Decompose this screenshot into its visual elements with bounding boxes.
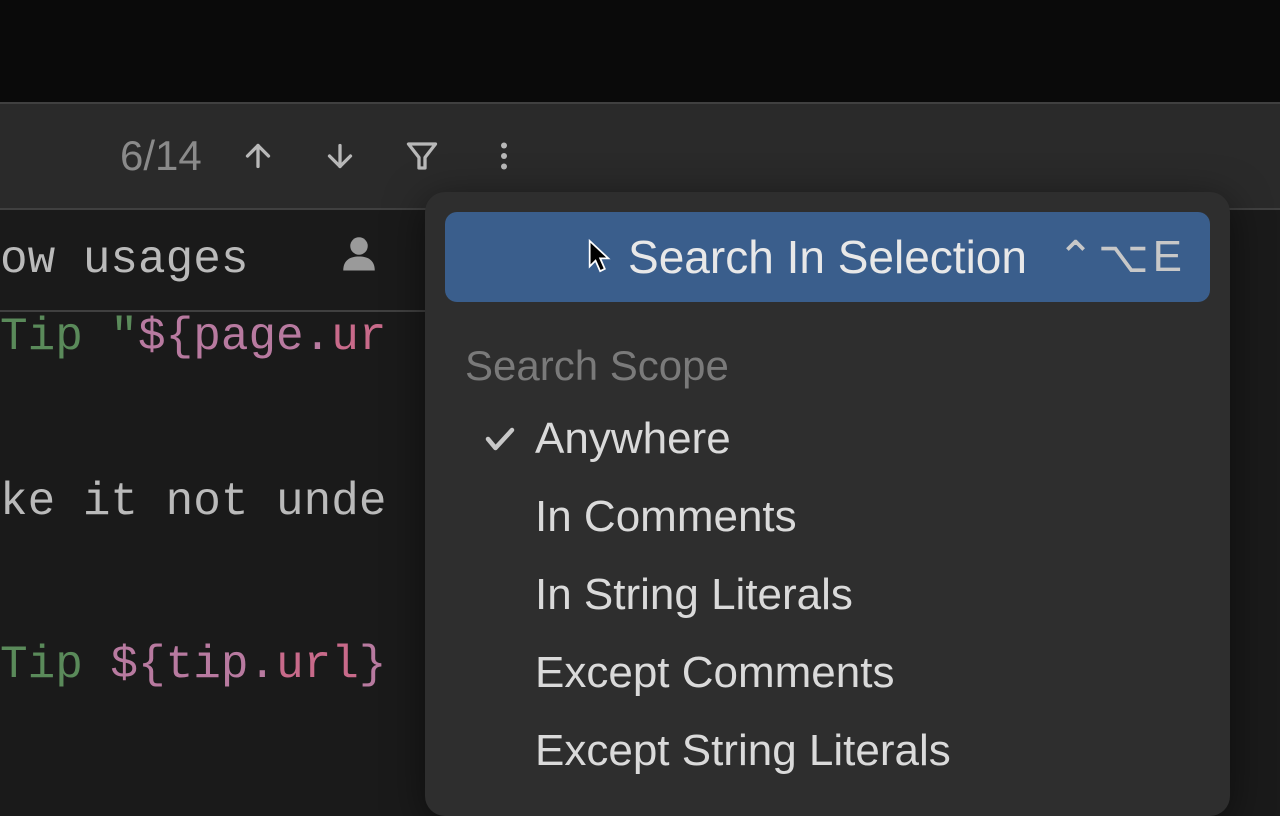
search-options-popup: Search In Selection ⌃⌥E Search Scope Any… bbox=[425, 192, 1230, 816]
top-black-area bbox=[0, 0, 1280, 102]
keyboard-shortcut: ⌃⌥E bbox=[1057, 232, 1182, 283]
next-match-button[interactable] bbox=[314, 130, 366, 182]
search-in-selection-item[interactable]: Search In Selection ⌃⌥E bbox=[445, 212, 1210, 302]
previous-match-button[interactable] bbox=[232, 130, 284, 182]
scope-option-in-comments[interactable]: In Comments bbox=[445, 478, 1210, 556]
scope-option-anywhere[interactable]: Anywhere bbox=[445, 400, 1210, 478]
scope-option-in-string-literals[interactable]: In String Literals bbox=[445, 556, 1210, 634]
section-label: Search Scope bbox=[445, 312, 1210, 400]
scope-option-label: Anywhere bbox=[535, 414, 731, 464]
filter-icon bbox=[404, 138, 440, 174]
scope-option-label: In String Literals bbox=[535, 570, 853, 620]
scope-option-label: Except String Literals bbox=[535, 726, 951, 776]
scope-option-label: Except Comments bbox=[535, 648, 894, 698]
arrow-up-icon bbox=[240, 138, 276, 174]
code-line: Tip ${tip.url} bbox=[0, 640, 387, 691]
popup-title: Search In Selection bbox=[628, 230, 1027, 284]
match-count: 6/14 bbox=[120, 132, 202, 180]
person-icon bbox=[338, 232, 380, 288]
checkmark-icon bbox=[465, 421, 535, 457]
arrow-down-icon bbox=[322, 138, 358, 174]
filter-button[interactable] bbox=[396, 130, 448, 182]
code-line: ke it not unde bbox=[0, 477, 386, 528]
code-editor-area: ow usages Tip "${page.ur ke it not unde … bbox=[0, 212, 425, 720]
more-vertical-icon bbox=[486, 138, 522, 174]
more-options-button[interactable] bbox=[478, 130, 530, 182]
scope-option-except-string-literals[interactable]: Except String Literals bbox=[445, 712, 1210, 790]
header-text: ow usages bbox=[0, 235, 248, 286]
code-line: Tip "${page.ur bbox=[0, 312, 386, 363]
scope-option-label: In Comments bbox=[535, 492, 797, 542]
scope-option-except-comments[interactable]: Except Comments bbox=[445, 634, 1210, 712]
code-header-row: ow usages bbox=[0, 232, 425, 312]
